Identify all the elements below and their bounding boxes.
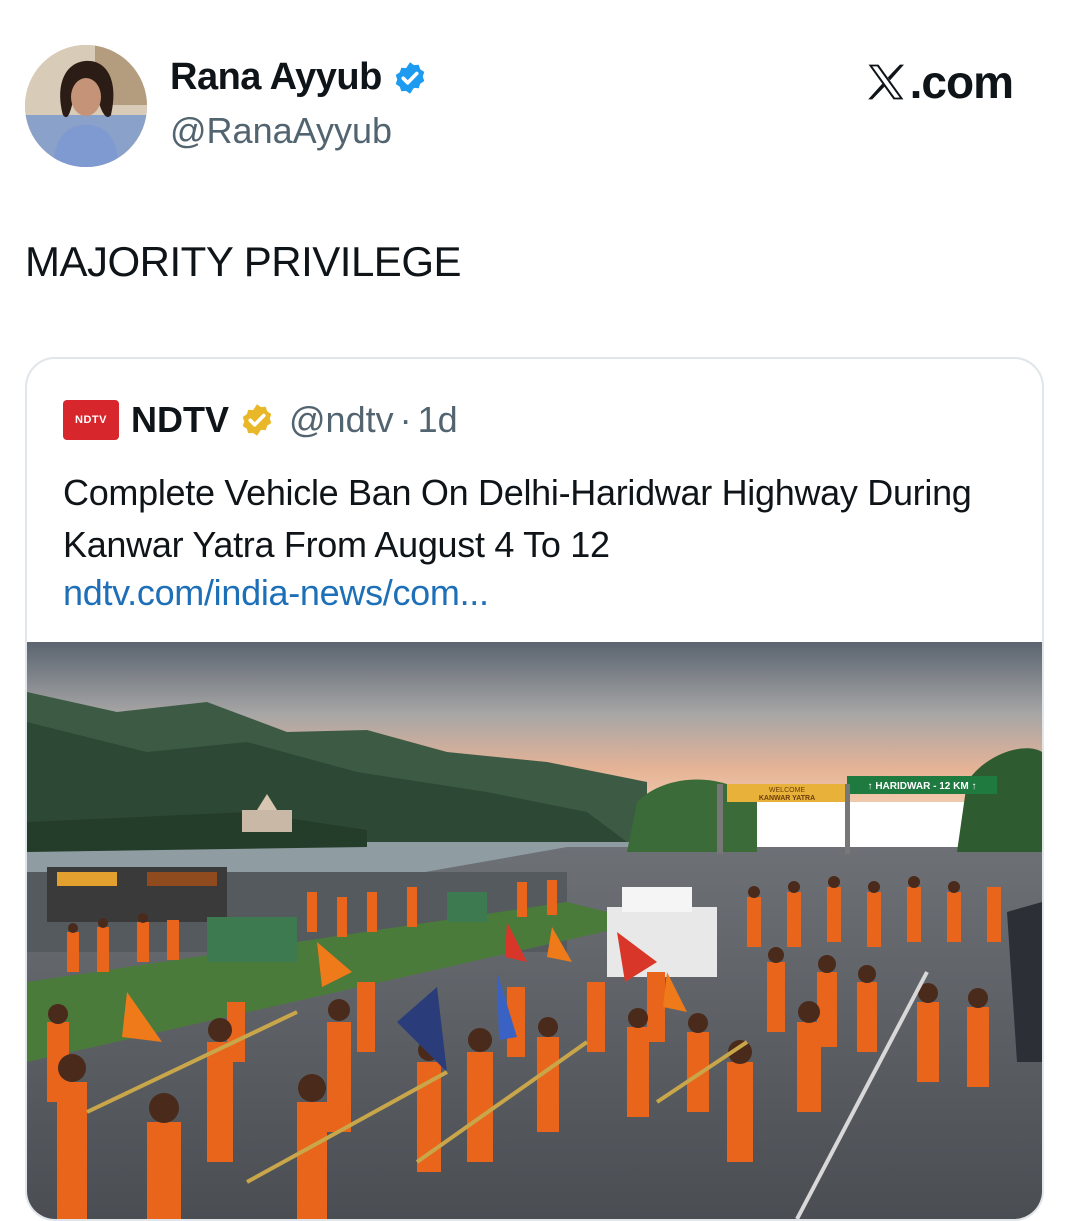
quoted-author-handle[interactable]: @ndtv	[289, 399, 394, 441]
ndtv-logo-icon[interactable]: NDTV	[63, 400, 119, 440]
direction-sign-text: ↑ HARIDWAR - 12 KM ↑	[868, 781, 977, 792]
author-name-row[interactable]: Rana Ayyub	[170, 56, 428, 99]
news-photo-icon: WELCOME KANWAR YATRA ↑ HARIDWAR - 12 KM …	[27, 642, 1042, 1219]
x-logo-icon	[867, 64, 904, 100]
brand-watermark: .com	[864, 55, 1014, 109]
author-name[interactable]: Rana Ayyub	[170, 56, 382, 99]
welcome-sign-line2: KANWAR YATRA	[759, 795, 815, 802]
avatar[interactable]	[25, 45, 147, 167]
welcome-sign-line1: WELCOME	[769, 787, 806, 794]
brand-text: .com	[909, 56, 1014, 108]
quoted-tweet-card[interactable]: NDTV NDTV @ndtv · 1d Complete Vehicle Ba…	[25, 357, 1044, 1221]
quoted-tweet-header: NDTV NDTV @ndtv · 1d	[63, 399, 458, 441]
quoted-tweet-text: Complete Vehicle Ban On Delhi-Haridwar H…	[63, 472, 972, 565]
news-photo[interactable]: WELCOME KANWAR YATRA ↑ HARIDWAR - 12 KM …	[27, 642, 1042, 1219]
verified-badge-icon	[395, 61, 425, 94]
quoted-timestamp[interactable]: 1d	[418, 399, 458, 441]
quoted-author-name[interactable]: NDTV	[131, 399, 229, 441]
gold-verified-badge-icon	[242, 404, 272, 436]
tweet-text: MAJORITY PRIVILEGE	[25, 238, 462, 285]
quoted-tweet-link[interactable]: ndtv.com/india-news/com...	[63, 572, 489, 614]
profile-photo-icon	[25, 45, 147, 167]
separator-dot: ·	[399, 399, 412, 440]
author-handle[interactable]: @RanaAyyub	[170, 110, 392, 152]
ndtv-logo-text: NDTV	[75, 414, 107, 426]
